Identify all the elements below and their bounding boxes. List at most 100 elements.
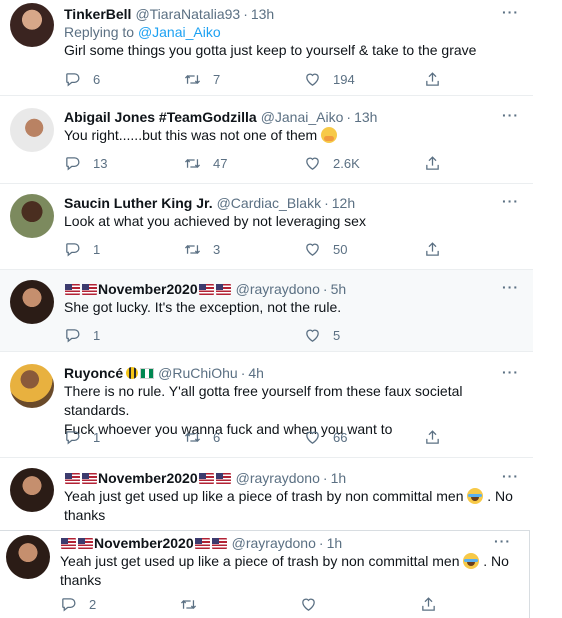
user-name[interactable]: TinkerBell: [64, 5, 131, 23]
more-options-icon[interactable]: ···: [502, 364, 519, 380]
user-handle[interactable]: @RuChiOhu: [158, 364, 238, 382]
retweet-count: 3: [213, 241, 221, 257]
retweet-count: 47: [213, 155, 228, 171]
retweet-count: 6: [213, 429, 221, 445]
share-button[interactable]: [424, 428, 454, 446]
like-button[interactable]: 50: [304, 240, 424, 258]
more-options-icon[interactable]: ···: [502, 107, 519, 123]
tweet-abigail[interactable]: Abigail Jones #TeamGodzilla @Janai_Aiko …: [0, 96, 533, 184]
retweet-button[interactable]: 47: [184, 154, 304, 172]
user-handle[interactable]: @rayraydono: [232, 534, 316, 552]
avatar[interactable]: [10, 468, 54, 512]
separator-dot: ·: [322, 281, 328, 297]
reply-button[interactable]: 1: [64, 240, 184, 258]
reply-button[interactable]: 1: [64, 326, 184, 344]
us-flag-icon: [61, 537, 76, 549]
us-flag-icon: [82, 283, 97, 295]
user-name[interactable]: November2020: [98, 280, 198, 298]
reply-icon: [66, 156, 80, 170]
tweet-november2020-2[interactable]: November2020 @rayraydono · 1h Yeah just …: [0, 458, 533, 530]
user-handle[interactable]: @rayraydono: [236, 469, 320, 487]
user-name[interactable]: Abigail Jones #TeamGodzilla: [64, 108, 257, 126]
retweet-icon: [184, 74, 201, 84]
avatar[interactable]: [10, 364, 54, 408]
bee-icon: [126, 367, 139, 379]
user-handle[interactable]: @Janai_Aiko: [261, 108, 344, 126]
share-button[interactable]: [420, 595, 450, 613]
loudly-crying-face-icon: [463, 553, 480, 569]
user-handle[interactable]: @rayraydono: [236, 280, 320, 298]
tweet-november2020-3[interactable]: November2020 @rayraydono · 1h Yeah just …: [0, 530, 530, 618]
more-options-icon[interactable]: ···: [502, 279, 519, 295]
tweet-time[interactable]: 5h: [331, 280, 347, 298]
tweet-time[interactable]: 1h: [327, 534, 343, 552]
retweet-button[interactable]: [184, 326, 304, 344]
tweet-text-body: Yeah just get used up like a piece of tr…: [60, 553, 460, 569]
share-button[interactable]: [424, 154, 454, 172]
tweet-ruyonce[interactable]: Ruyoncé @RuChiOhu · 4h There is no rule.…: [0, 352, 533, 458]
more-options-icon[interactable]: ···: [494, 533, 511, 549]
us-flag-icon: [78, 537, 93, 549]
retweet-button[interactable]: 7: [184, 70, 304, 88]
reply-button[interactable]: 13: [64, 154, 184, 172]
heart-icon: [306, 157, 319, 170]
avatar[interactable]: [10, 194, 54, 238]
heart-icon: [306, 431, 319, 444]
reply-icon: [62, 597, 76, 611]
us-flag-icon: [198, 283, 214, 295]
share-button[interactable]: [424, 70, 454, 88]
user-handle[interactable]: @TiaraNatalia93: [135, 5, 240, 23]
tweet-time[interactable]: 13h: [354, 108, 377, 126]
share-button[interactable]: [424, 240, 454, 258]
like-button[interactable]: 5: [304, 326, 424, 344]
reply-button[interactable]: 1: [64, 428, 184, 446]
tweet-time[interactable]: 4h: [248, 364, 264, 382]
tweet-saucin[interactable]: Saucin Luther King Jr. @Cardiac_Blakk · …: [0, 184, 533, 270]
like-button[interactable]: 2.6K: [304, 154, 424, 172]
heart-icon: [306, 73, 319, 86]
like-button[interactable]: 66: [304, 428, 424, 446]
reply-count: 13: [93, 155, 108, 171]
like-button[interactable]: [300, 595, 420, 613]
like-count: 194: [333, 71, 355, 87]
tweet-text: Look at what you achieved by not leverag…: [64, 213, 366, 229]
retweet-button[interactable]: [180, 595, 300, 613]
avatar[interactable]: [10, 280, 54, 324]
heart-icon: [306, 243, 319, 256]
tweet-time[interactable]: 13h: [251, 5, 274, 23]
us-flag-icon: [215, 472, 231, 484]
user-name[interactable]: Ruyoncé: [64, 364, 123, 382]
tweet-text: Girl some things you gotta just keep to …: [64, 42, 477, 58]
reply-icon: [66, 430, 80, 444]
like-button[interactable]: 194: [304, 70, 424, 88]
replying-to-mention[interactable]: @Janai_Aiko: [138, 24, 221, 40]
tweet-time[interactable]: 1h: [331, 469, 347, 487]
reply-count: 1: [93, 327, 101, 343]
retweet-icon: [184, 432, 201, 442]
share-icon: [426, 71, 439, 86]
tweet-november2020-1[interactable]: November2020 @rayraydono · 5h She got lu…: [0, 270, 533, 352]
user-name[interactable]: November2020: [98, 469, 198, 487]
replying-to-label: Replying to: [64, 24, 135, 40]
reply-button[interactable]: 2: [60, 595, 180, 613]
avatar[interactable]: [10, 108, 54, 152]
avatar[interactable]: [6, 535, 50, 579]
retweet-count: 7: [213, 71, 221, 87]
user-name[interactable]: November2020: [94, 534, 194, 552]
more-options-icon[interactable]: ···: [502, 193, 519, 209]
user-name[interactable]: Saucin Luther King Jr.: [64, 194, 213, 212]
more-options-icon[interactable]: ···: [502, 468, 519, 484]
tweet-time[interactable]: 12h: [332, 194, 355, 212]
user-handle[interactable]: @Cardiac_Blakk: [217, 194, 321, 212]
tweet-tinkerbell[interactable]: TinkerBell @TiaraNatalia93 · 13h Replyin…: [0, 0, 533, 96]
reply-button[interactable]: 6: [64, 70, 184, 88]
avatar[interactable]: [10, 3, 54, 47]
retweet-button[interactable]: 3: [184, 240, 304, 258]
retweet-icon: [184, 158, 201, 168]
more-options-icon[interactable]: ···: [502, 4, 519, 20]
separator-dot: ·: [318, 535, 324, 551]
reply-count: 2: [89, 596, 97, 612]
retweet-button[interactable]: 6: [184, 428, 304, 446]
nigeria-flag-icon: [140, 367, 155, 379]
tweet-text-line-2: thanks: [64, 507, 106, 523]
